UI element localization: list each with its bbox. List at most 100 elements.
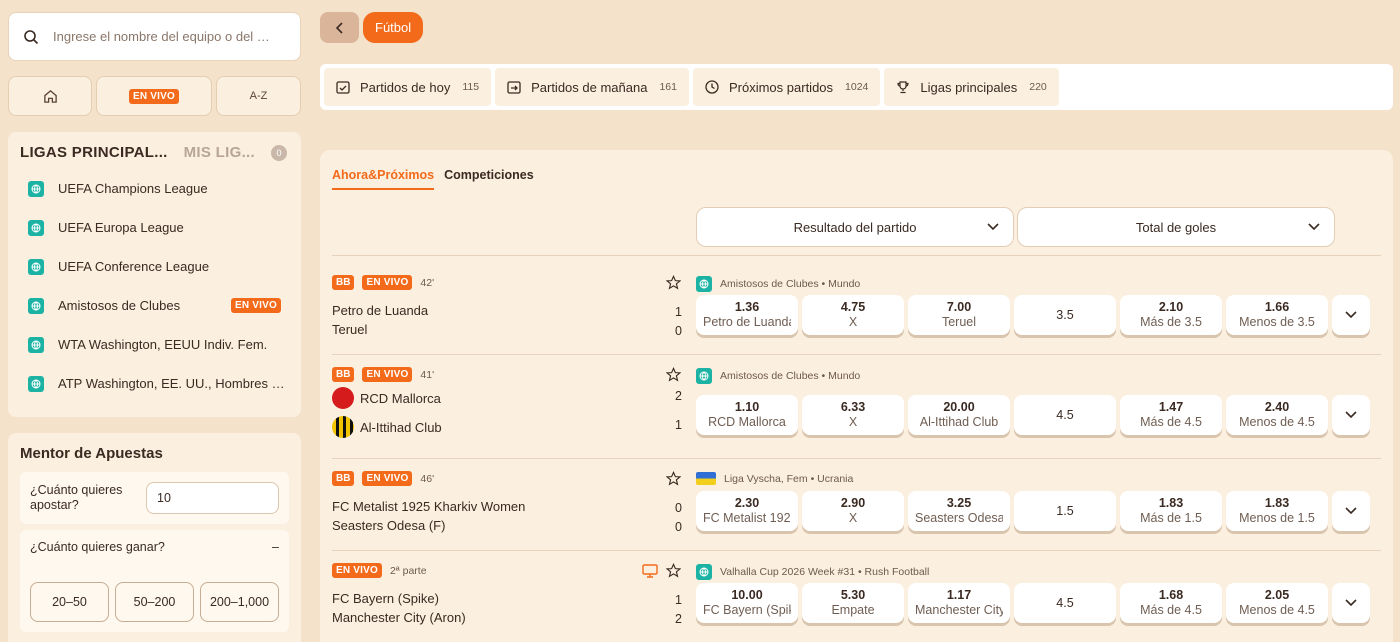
tab-now-upcoming[interactable]: Ahora&Próximos [332,168,435,190]
odds-value: 7.00 [946,300,972,314]
odds-value: 1.17 [946,588,972,602]
globe-icon [28,219,44,236]
tab-main-leagues[interactable]: LIGAS PRINCIPAL... [20,144,168,161]
filter-today[interactable]: Partidos de hoy 115 [324,68,492,106]
events-panel: Ahora&Próximos Competiciones Resultado d… [320,150,1393,642]
sport-button[interactable]: Fútbol [363,12,424,43]
globe-icon [696,368,712,384]
live-button[interactable]: EN VIVO [96,76,212,116]
odds-button[interactable]: 2.30 FC Metalist 1925 [696,491,798,531]
odds-button[interactable]: 4.75 X [802,295,904,335]
odds-button[interactable]: 1.36 Petro de Luanda [696,295,798,335]
favorite-star-icon[interactable] [665,563,682,583]
odds-button[interactable]: 10.00FC Bayern (Spike) [696,583,798,623]
search-input[interactable]: Ingrese el nombre del equipo o del … [8,12,301,61]
filter-count: 1024 [845,81,869,93]
odds-value: 4.5 [1056,595,1074,610]
more-markets-button[interactable] [1332,295,1370,335]
filter-upcoming[interactable]: Próximos partidos 1024 [692,68,881,106]
odds-button[interactable]: 6.33 X [802,395,904,435]
odds-value: 1.83 [1264,496,1290,510]
chevron-down-icon [1308,223,1320,231]
league-item[interactable]: UEFA Europa League [20,208,289,247]
favorite-star-icon[interactable] [665,471,682,491]
odds-value: 2.30 [734,496,760,510]
odds-button[interactable]: 1.10 RCD Mallorca [696,395,798,435]
league-item[interactable]: WTA Washington, EEUU Indiv. Fem. [20,325,289,364]
odds-label: Más de 4.5 [1140,415,1202,429]
odds-value: 1.47 [1158,400,1184,414]
collapse-button[interactable]: – [272,540,279,554]
my-leagues-count: 0 [270,144,287,161]
odds-button[interactable]: 5.30 Empate [802,583,904,623]
favorite-star-icon[interactable] [665,367,682,387]
odds-button[interactable]: 2.05 Menos de 4.5 [1226,583,1328,623]
range-button[interactable]: 20–50 [30,582,109,622]
tab-competitions[interactable]: Competiciones [444,168,534,190]
home-button[interactable] [8,76,92,116]
match-time: 2ª parte [389,564,427,577]
odds-button[interactable]: 3.25 Seasters Odesa [908,491,1010,531]
odds-value: 1.68 [1158,588,1184,602]
odds-button[interactable]: 2.90 X [802,491,904,531]
home-team: FC Metalist 1925 Kharkiv Women [332,499,525,514]
home-score: 0 [675,501,682,515]
odds-button[interactable]: 2.10 Más de 3.5 [1120,295,1222,335]
bet-amount-input[interactable]: 10 [146,482,279,514]
odds-button[interactable]: 1.83 Menos de 1.5 [1226,491,1328,531]
market-select-result[interactable]: Resultado del partido [696,207,1014,247]
odds-label: Menos de 3.5 [1239,315,1315,329]
odds-button[interactable]: 1.17 Manchester City [908,583,1010,623]
odds-label: Menos de 4.5 [1239,415,1315,429]
odds-button[interactable]: 7.00 Teruel [908,295,1010,335]
az-button[interactable]: A-Z [216,76,301,116]
more-markets-button[interactable] [1332,583,1370,623]
odds-button[interactable]: 1.66 Menos de 3.5 [1226,295,1328,335]
tv-icon[interactable] [642,563,658,583]
filter-bar: Partidos de hoy 115 Partidos de mañana 1… [320,64,1393,110]
search-placeholder: Ingrese el nombre del equipo o del … [53,29,270,44]
filter-count: 161 [659,81,677,93]
league-label: Liga Vyscha, Fem • Ucrania [724,472,854,485]
odds-button[interactable]: 2.40 Menos de 4.5 [1226,395,1328,435]
league-item[interactable]: Amistosos de Clubes EN VIVO [20,286,289,325]
away-team: Seasters Odesa (F) [332,518,445,533]
topbar: Fútbol [320,12,424,43]
filter-count: 220 [1029,81,1047,93]
league-item[interactable]: ATP Washington, EE. UU., Hombres … [20,364,289,403]
chevron-down-icon [1345,311,1357,319]
away-score: 1 [675,418,682,432]
odds-label: Seasters Odesa [915,511,1003,525]
filter-tomorrow[interactable]: Partidos de mañana 161 [495,68,689,106]
tab-my-leagues[interactable]: MIS LIG... [184,144,255,161]
back-button[interactable] [320,12,359,43]
odds-value: 1.83 [1158,496,1184,510]
ukraine-flag-icon [696,472,716,485]
live-badge: EN VIVO [362,471,413,486]
home-score: 1 [675,593,682,607]
odds-value: 1.10 [734,400,760,414]
odds-label: X [848,315,858,329]
range-button[interactable]: 50–200 [115,582,194,622]
odds-button[interactable]: 1.47 Más de 4.5 [1120,395,1222,435]
league-item[interactable]: UEFA Champions League [20,169,289,208]
odds-button[interactable]: 1.68 Más de 4.5 [1120,583,1222,623]
range-button[interactable]: 200–1,000 [200,582,279,622]
market-select-goals[interactable]: Total de goles [1017,207,1335,247]
favorite-star-icon[interactable] [665,275,682,295]
sidebar: Ingrese el nombre del equipo o del … EN … [8,12,301,642]
odds-button[interactable]: 20.00 Al-Ittihad Club [908,395,1010,435]
more-markets-button[interactable] [1332,491,1370,531]
away-score: 0 [675,520,682,534]
globe-icon [28,336,44,353]
league-item[interactable]: UEFA Conference League [20,247,289,286]
odds-value: 3.5 [1056,307,1074,322]
quick-nav: EN VIVO A-Z [8,76,301,116]
filter-label: Próximos partidos [728,79,834,95]
away-shirt-icon [332,416,354,438]
odds-button[interactable]: 1.83 Más de 1.5 [1120,491,1222,531]
league-label: Amistosos de Clubes • Mundo [720,370,861,382]
filter-top-leagues[interactable]: Ligas principales 220 [884,68,1059,106]
more-markets-button[interactable] [1332,395,1370,435]
chevron-down-icon [1345,599,1357,607]
